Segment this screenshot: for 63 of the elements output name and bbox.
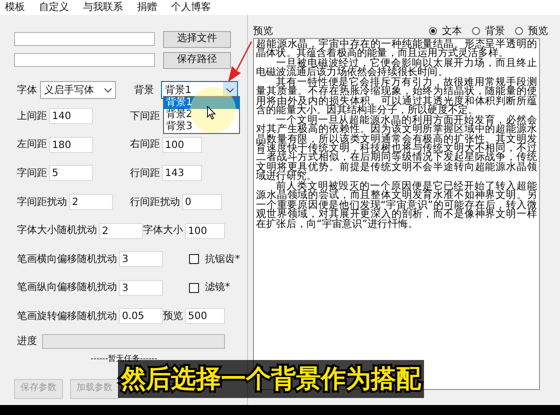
path-field[interactable] (14, 32, 155, 46)
path-button[interactable]: 选择文件 (163, 30, 231, 48)
field-label: 笔画横向偏移随机扰动 (17, 252, 117, 267)
preview-paragraph: 前人类文明被毁灭的一个原因便是它已经开始了转入超能源水晶领域的尝试，而且整体文明发育水准不如神界文明。另一个重要原因便是他们发现“宇宙意识”的可能存在后，转入微观世界领域，对其展开更深入的剖析，而不是像神界文明一样在扩张后，向“宇宙意识”进行忏悔。 (256, 182, 537, 230)
radio-button[interactable] (515, 27, 523, 35)
preview-paragraph: 一旦被电磁波经过，它便会影响以太展开力场，而且终止电磁波流通后该力场依然会持续很长时间。 (256, 58, 537, 78)
subtitle: 然后选择一个背景作为搭配 (118, 360, 424, 398)
input-field[interactable]: 143 (162, 165, 202, 182)
menu-item[interactable]: 自定义 (39, 0, 69, 15)
input-field[interactable]: 100 (185, 222, 225, 239)
input-field[interactable]: 140 (49, 108, 93, 124)
radio-label[interactable]: 文本 (442, 24, 462, 38)
input-field[interactable]: 0.05 (119, 308, 163, 324)
field-label: 行间距 (130, 166, 160, 181)
field-label: 行间距扰动 (130, 196, 180, 210)
input-field[interactable]: 5 (49, 165, 93, 182)
field-label: 背景 (134, 84, 155, 98)
field-label: 字体大小 (143, 224, 183, 238)
dropdown-option[interactable]: 背景3 (164, 121, 239, 133)
menu-item[interactable]: 捐赠 (137, 0, 157, 15)
dropdown-option[interactable]: 背景1 (164, 97, 239, 109)
field-label: 字体大小随机扰动 (17, 224, 97, 238)
input-field[interactable]: 2 (99, 222, 143, 239)
chevron-icon (104, 88, 112, 92)
dropdown-option[interactable]: 背景2 (164, 109, 239, 121)
field-label: 字间距 (17, 166, 47, 181)
preview-paragraph: 其有一特性便是它会排斥万有引力，故很难用常规手段测量其质量。不存在热胀冷缩现象，始终为结晶状，随能量的使用将由外及内的损失体积。可以通过其透光度和体积判断所蕴含的能量大小。因其结构非分子，所以硬度不定。 (256, 78, 537, 116)
cursor-icon (207, 106, 216, 120)
radio-button[interactable] (472, 27, 480, 35)
field-label: 字体 (16, 84, 38, 98)
font-dropdown[interactable]: 义启手写体 (40, 81, 116, 99)
preview-paragraph: 超能源水晶，宇宙中存在的一种纯能量结晶。形态呈半透明的晶体状。其蕴含着极高的能量，而且运用方式灵活多样。 (256, 40, 537, 59)
menu-item[interactable]: 与我联系 (83, 0, 123, 15)
menu-item[interactable]: 个人博客 (171, 0, 211, 15)
section-label: 预览 (253, 24, 273, 38)
input-field[interactable]: 500 (185, 308, 225, 324)
field-label: 下间距 (130, 110, 160, 124)
input-field[interactable]: 3 (119, 280, 163, 296)
field-label: 右间距 (130, 138, 160, 152)
field-label: 笔画旋转偏移随机扰动 (17, 310, 117, 324)
radio-button[interactable] (429, 27, 437, 35)
radio-label[interactable]: 背景 (485, 24, 505, 38)
checkbox-label: 抗锯齿* (205, 252, 240, 267)
input-field[interactable]: 180 (49, 136, 93, 153)
field-label: 进度 (17, 334, 38, 350)
path-button[interactable]: 保存路径 (163, 52, 231, 68)
chevron-icon (226, 88, 234, 92)
field-label: 笔画纵向偏移随机扰动 (17, 280, 117, 296)
field-label: 预览 (163, 310, 183, 324)
field-label: 字间距扰动 (17, 196, 67, 210)
input-field[interactable]: 3 (119, 251, 163, 268)
input-field[interactable]: 2 (69, 194, 113, 210)
radio-label[interactable]: 预览 (528, 24, 548, 38)
field-label: 上间距 (17, 110, 47, 124)
preview-paragraph: 一个文明一旦从超能源水晶的利用方面开始发育，必然会对其产生极高的依赖性。因为该文明所掌握区域中的超能源水晶数量有限，所以该类文明通常会有极高的扩张性。其文明发育速度快于传统文明，科技树也将与传统文明大不相同，不过二者战斗方式相似，在后期同等级情况下发起星际战争，传统文明将更具优势。前提是传统文明不会半途转向超能源水晶领域进行研究。 (256, 116, 537, 182)
checkbox-label: 滤镜* (205, 280, 230, 296)
menu-item[interactable]: 模板 (5, 0, 25, 15)
input-field[interactable]: 0 (182, 194, 222, 210)
checkbox[interactable] (189, 254, 199, 264)
checkbox[interactable] (189, 282, 199, 293)
path-field[interactable] (14, 53, 155, 67)
input-field[interactable]: 100 (162, 136, 202, 153)
field-label: 左间距 (17, 138, 47, 152)
